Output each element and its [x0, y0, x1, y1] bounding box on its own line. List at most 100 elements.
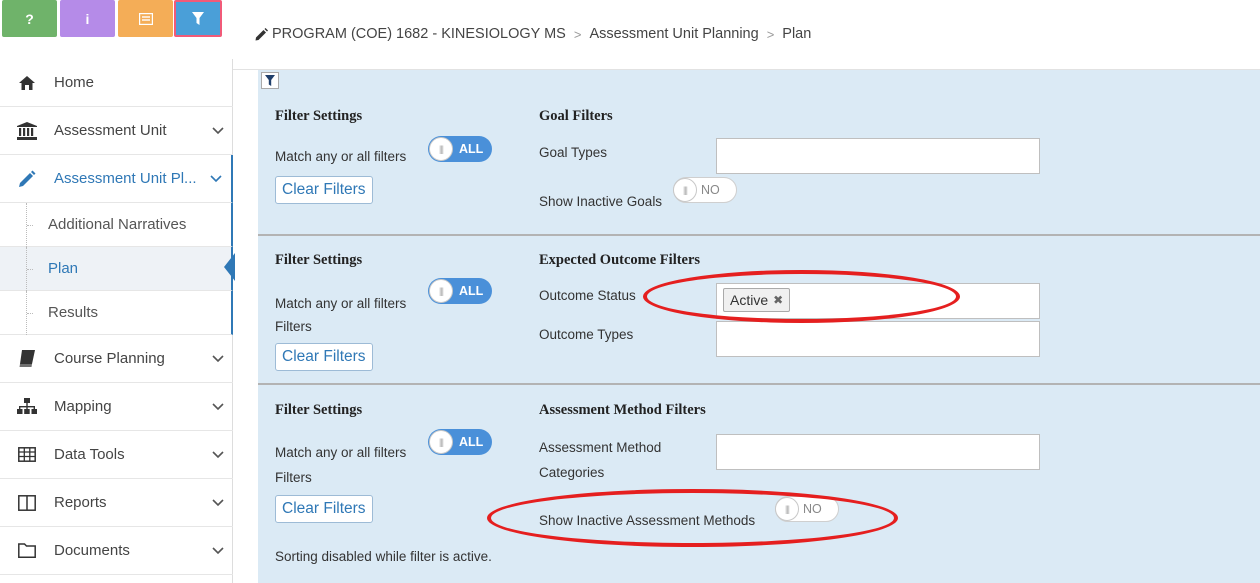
method-filters-title: Assessment Method Filters — [539, 402, 706, 418]
breadcrumb-program[interactable]: PROGRAM (COE) 1682 - KINESIOLOGY MS — [272, 26, 566, 42]
chevron-down-icon — [203, 546, 233, 555]
sitemap-icon — [14, 398, 40, 415]
outcome-types-label: Outcome Types — [539, 327, 634, 342]
section-divider — [258, 234, 1260, 236]
method-clear-filters-button[interactable]: Clear Filters — [275, 495, 373, 523]
book-icon — [14, 350, 40, 367]
toggle-value: NO — [701, 183, 720, 197]
method-filter-settings-title: Filter Settings — [275, 402, 363, 418]
page-header: PROGRAM (COE) 1682 - KINESIOLOGY MS > As… — [233, 0, 1260, 70]
filter-button[interactable] — [174, 0, 222, 37]
outcome-status-label: Outcome Status — [539, 288, 636, 303]
sidebar-subitem-results[interactable]: Results — [0, 290, 233, 335]
toggle-value: ALL — [459, 435, 484, 449]
breadcrumb-step[interactable]: Assessment Unit Planning — [589, 26, 758, 42]
chevron-down-icon — [203, 450, 233, 459]
method-match-label: Match any or all filters — [275, 445, 407, 460]
sidebar-item-label: Assessment Unit Pl... — [54, 170, 197, 187]
sidebar-toolbar: ? i — [0, 0, 233, 59]
goal-filters-title: Goal Filters — [539, 108, 613, 124]
remove-tag-icon[interactable]: ✖ — [773, 293, 783, 307]
sidebar-item-documents[interactable]: Documents — [0, 527, 233, 575]
table-icon — [14, 447, 40, 462]
toggle-value: NO — [803, 502, 822, 516]
sidebar-subitem-plan[interactable]: Plan — [0, 246, 233, 291]
sidebar-item-label: Data Tools — [54, 446, 125, 463]
outcome-types-input[interactable] — [716, 321, 1040, 357]
sidebar-subitem-label: Additional Narratives — [48, 216, 187, 233]
tree-line — [26, 202, 48, 247]
sidebar-item-home[interactable]: Home — [0, 59, 233, 107]
sidebar-item-assessment-unit[interactable]: Assessment Unit — [0, 107, 233, 155]
breadcrumb-separator: > — [766, 26, 775, 42]
method-match-suffix: Filters — [275, 470, 312, 485]
home-icon — [14, 75, 40, 91]
sidebar: ? i Home Assessment Unit Assessment Unit… — [0, 0, 235, 583]
info-button[interactable]: i — [60, 0, 115, 37]
toggle-knob-icon: ||| — [429, 137, 453, 161]
filter-icon — [265, 75, 275, 86]
sidebar-subitem-label: Plan — [48, 260, 79, 277]
breadcrumb: PROGRAM (COE) 1682 - KINESIOLOGY MS > As… — [255, 26, 811, 42]
goal-types-label: Goal Types — [539, 145, 608, 160]
outcome-status-tag[interactable]: Active ✖ — [723, 288, 791, 312]
goal-types-input[interactable] — [716, 138, 1040, 174]
chevron-down-icon — [201, 174, 231, 183]
outcome-match-label: Match any or all filters — [275, 296, 407, 311]
outcome-clear-filters-button[interactable]: Clear Filters — [275, 343, 373, 371]
tree-line — [26, 246, 48, 291]
pencil-icon — [255, 27, 268, 40]
active-item-pointer — [224, 253, 235, 281]
sidebar-item-data-tools[interactable]: Data Tools — [0, 431, 233, 479]
goal-clear-filters-button[interactable]: Clear Filters — [275, 176, 373, 204]
toggle-knob-icon: ||| — [775, 497, 799, 521]
goal-match-label: Match any or all filters — [275, 149, 407, 164]
section-divider — [258, 383, 1260, 385]
method-match-toggle[interactable]: ||| ALL — [428, 429, 492, 455]
help-button[interactable]: ? — [2, 0, 57, 37]
info-label: i — [85, 10, 90, 27]
chevron-down-icon — [203, 354, 233, 363]
help-label: ? — [25, 10, 34, 27]
sidebar-item-label: Home — [54, 74, 95, 91]
sorting-disabled-note: Sorting disabled while filter is active. — [275, 549, 492, 564]
panel-filter-toggle[interactable] — [261, 72, 279, 89]
toggle-knob-icon: ||| — [429, 430, 453, 454]
chevron-down-icon — [203, 126, 233, 135]
pencil-icon — [14, 170, 40, 188]
sidebar-item-label: Documents — [54, 542, 130, 559]
card-button[interactable] — [118, 0, 173, 37]
sidebar-item-label: Course Planning — [54, 350, 165, 367]
sidebar-item-reports[interactable]: Reports — [0, 479, 233, 527]
show-inactive-goals-toggle[interactable]: ||| NO — [673, 177, 737, 203]
toggle-knob-icon: ||| — [673, 178, 697, 202]
toggle-value: ALL — [459, 142, 484, 156]
sidebar-subitem-label: Results — [48, 304, 99, 321]
sidebar-subitem-additional-narratives[interactable]: Additional Narratives — [0, 202, 233, 247]
institution-icon — [14, 121, 40, 140]
folder-icon — [14, 543, 40, 558]
tree-line — [26, 290, 48, 335]
sidebar-item-assessment-unit-planning[interactable]: Assessment Unit Pl... — [0, 155, 233, 203]
chevron-down-icon — [203, 402, 233, 411]
sidebar-item-course-planning[interactable]: Course Planning — [0, 335, 233, 383]
sidebar-item-label: Mapping — [54, 398, 112, 415]
filter-icon — [192, 12, 204, 25]
outcome-filters-title: Expected Outcome Filters — [539, 252, 701, 268]
show-inactive-methods-toggle[interactable]: ||| NO — [775, 496, 839, 522]
list-card-icon — [138, 12, 153, 25]
method-categories-label-line2: Categories — [539, 465, 605, 480]
breadcrumb-page: Plan — [782, 26, 812, 42]
method-categories-input[interactable] — [716, 434, 1040, 470]
show-inactive-methods-label: Show Inactive Assessment Methods — [539, 513, 756, 528]
goal-match-toggle[interactable]: ||| ALL — [428, 136, 492, 162]
sidebar-item-label: Reports — [54, 494, 107, 511]
outcome-match-toggle[interactable]: ||| ALL — [428, 278, 492, 304]
goal-filter-settings-title: Filter Settings — [275, 108, 363, 124]
method-categories-label-line1: Assessment Method — [539, 440, 662, 455]
toggle-knob-icon: ||| — [429, 279, 453, 303]
sidebar-item-mapping[interactable]: Mapping — [0, 383, 233, 431]
outcome-match-suffix: Filters — [275, 319, 312, 334]
outcome-filter-settings-title: Filter Settings — [275, 252, 363, 268]
breadcrumb-separator: > — [573, 26, 582, 42]
